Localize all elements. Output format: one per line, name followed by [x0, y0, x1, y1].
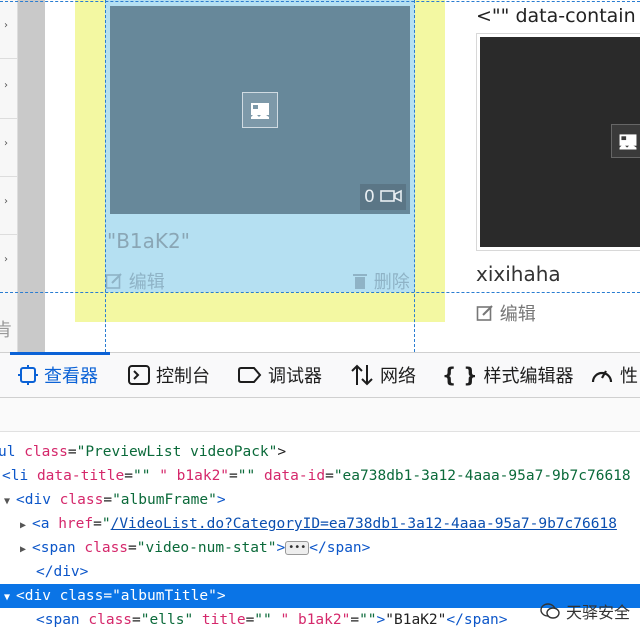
album-title: "B1aK2" — [107, 229, 190, 253]
debugger-icon — [238, 367, 262, 383]
chevron-right-icon[interactable]: › — [4, 138, 8, 149]
network-icon — [351, 364, 373, 386]
tab-debugger[interactable]: 调试器 — [238, 353, 322, 397]
album-title: xixihaha — [476, 262, 561, 286]
tree-node-a[interactable]: ▶ <a href="/VideoList.do?CategoryID=ea738… — [0, 512, 640, 536]
devtools-tabbar: 查看器 控制台 调试器 网络 { } 样式编辑器 性 — [0, 352, 640, 398]
markup-toolbar — [0, 398, 640, 432]
chevron-right-icon[interactable]: › — [4, 80, 8, 91]
expand-toggle-icon[interactable]: ▶ — [20, 514, 32, 538]
delete-label: 删除 — [373, 272, 410, 293]
tab-label: 样式编辑器 — [483, 366, 574, 387]
collapse-toggle-icon[interactable]: ▼ — [4, 490, 16, 514]
tree-node-div[interactable]: ▼ <div class="albumFrame"> — [0, 488, 640, 512]
edit-label: 编辑 — [128, 272, 165, 293]
guide-line — [0, 1, 640, 2]
tab-label: 查看器 — [44, 366, 98, 387]
tree-node-span[interactable]: ▶ <span class="video-num-stat"> ••• </span> — [0, 536, 640, 560]
tab-network[interactable]: 网络 — [350, 353, 416, 397]
trash-icon — [353, 274, 367, 289]
page-viewport: › › › › › 肯 0 "B1aK2" 编辑 删除 <"" data-con… — [0, 0, 640, 352]
left-sidebar: › › › › › 肯 — [0, 0, 18, 352]
element-tag-preview: <"" data-contain — [476, 5, 636, 27]
tab-label: 网络 — [380, 366, 416, 387]
scrollbar[interactable] — [18, 0, 45, 352]
expand-toggle-icon[interactable]: ▶ — [20, 538, 32, 562]
performance-icon — [591, 370, 613, 383]
edit-label: 编辑 — [499, 304, 536, 325]
guide-line — [0, 292, 640, 293]
watermark-text: 天驿安全 — [565, 603, 630, 622]
inspector-icon — [18, 365, 38, 385]
tab-label: 调试器 — [268, 366, 322, 387]
chevron-right-icon[interactable]: › — [4, 20, 8, 31]
camera-icon — [380, 189, 403, 203]
video-num-stat: 0 — [360, 184, 406, 210]
video-placeholder-icon — [242, 92, 278, 128]
tree-node-close-div[interactable]: </div> — [0, 560, 640, 584]
collapsed-children-icon[interactable]: ••• — [285, 541, 310, 555]
guide-line — [105, 0, 106, 352]
edit-icon — [105, 273, 122, 289]
tab-label: 控制台 — [156, 366, 210, 387]
sidebar-partial-text: 肯 — [0, 320, 12, 341]
edit-button[interactable]: 编辑 — [476, 300, 536, 326]
edit-button[interactable]: 编辑 — [105, 268, 165, 294]
edit-icon — [476, 305, 493, 321]
watermark: 天驿安全 — [540, 599, 630, 623]
style-editor-icon: { } — [442, 363, 478, 387]
guide-line — [414, 0, 415, 352]
tab-console[interactable]: 控制台 — [128, 353, 210, 397]
tree-node-ul[interactable]: ul class="PreviewList videoPack"> — [0, 440, 640, 464]
tab-style-editor[interactable]: { } 样式编辑器 — [442, 353, 573, 397]
video-count: 0 — [364, 187, 375, 207]
delete-button[interactable]: 删除 — [352, 268, 410, 294]
tree-node-li[interactable]: <li data-title="" " b1ak2"="" data-id="e… — [0, 464, 640, 488]
markup-tree: ul class="PreviewList videoPack"> <li da… — [0, 398, 640, 637]
chevron-right-icon[interactable]: › — [4, 254, 8, 265]
tab-label: 性 — [620, 366, 638, 387]
console-icon — [128, 365, 150, 385]
tab-performance[interactable]: 性 — [590, 353, 638, 397]
tab-inspector[interactable]: 查看器 — [10, 352, 110, 397]
video-placeholder-icon — [611, 124, 640, 158]
chevron-right-icon[interactable]: › — [4, 196, 8, 207]
wechat-icon — [540, 603, 560, 619]
collapse-toggle-icon[interactable]: ▼ — [4, 586, 16, 610]
